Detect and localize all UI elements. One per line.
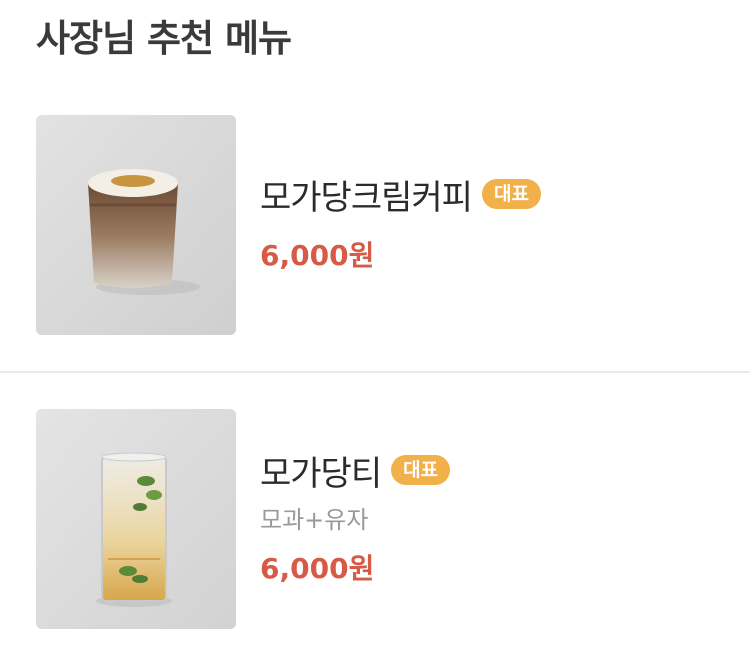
quince-yuja-tea-photo [36,409,236,629]
signature-badge: 대표 [481,179,541,209]
menu-item-price: 6,000원 [260,552,375,585]
section-title: 사장님 추천 메뉴 [36,17,292,60]
divider [0,371,750,373]
menu-item-description: 모과+유자 [260,506,369,534]
signature-badge: 대표 [391,455,451,485]
menu-item-image [36,115,236,335]
menu-item-quince-tea[interactable]: 모가당티 대표 모과+유자 6,000원 [0,394,750,654]
menu-item-image [36,409,236,629]
menu-item-price: 6,000원 [260,239,375,272]
menu-item-info: 모가당크림커피 대표 6,000원 [260,172,541,274]
menu-item-info: 모가당티 대표 모과+유자 6,000원 [260,448,451,587]
menu-item-name: 모가당티 [260,453,382,494]
cream-coffee-photo [36,115,236,335]
recommended-menu-page: 사장님 추천 메뉴 모가당크림커피 대표 6,000원 모가당티 대표 모과+유… [0,0,750,664]
menu-item-cream-coffee[interactable]: 모가당크림커피 대표 6,000원 [0,100,750,360]
menu-item-name: 모가당크림커피 [260,177,473,218]
